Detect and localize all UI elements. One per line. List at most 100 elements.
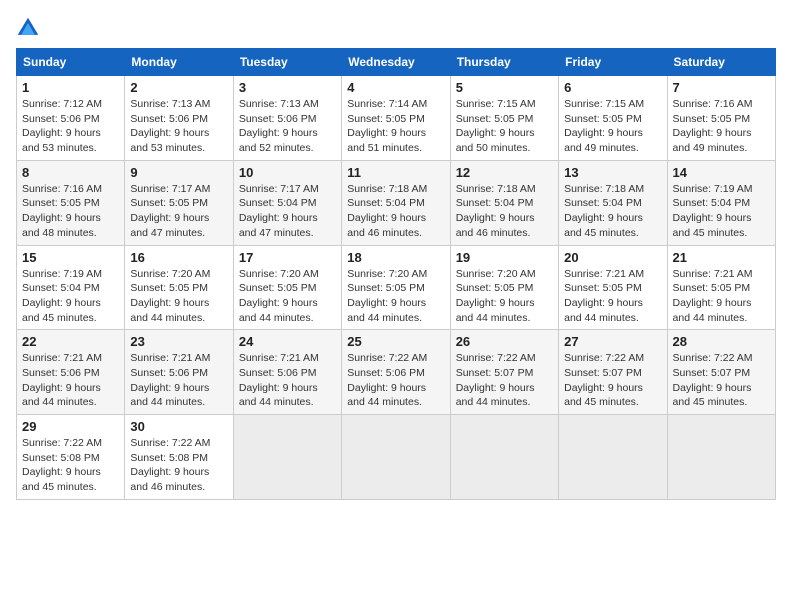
calendar-cell: 28 Sunrise: 7:22 AMSunset: 5:07 PMDayligh… xyxy=(667,330,775,415)
calendar-cell: 29 Sunrise: 7:22 AMSunset: 5:08 PMDayligh… xyxy=(17,415,125,500)
day-number: 16 xyxy=(130,250,227,265)
calendar-cell: 10Sunrise: 7:17 AMSunset: 5:04 PMDayligh… xyxy=(233,160,341,245)
calendar-cell: 5 Sunrise: 7:15 AMSunset: 5:05 PMDaylight… xyxy=(450,76,558,161)
day-number: 8 xyxy=(22,165,119,180)
calendar-cell: 26 Sunrise: 7:22 AMSunset: 5:07 PMDayligh… xyxy=(450,330,558,415)
day-info: Sunrise: 7:21 AMSunset: 5:05 PMDaylight:… xyxy=(673,267,770,326)
day-number: 1 xyxy=(22,80,119,95)
calendar-cell: 8 Sunrise: 7:16 AMSunset: 5:05 PMDaylight… xyxy=(17,160,125,245)
weekday-header-friday: Friday xyxy=(559,49,667,76)
day-number: 24 xyxy=(239,334,336,349)
weekday-header-tuesday: Tuesday xyxy=(233,49,341,76)
day-info: Sunrise: 7:22 AMSunset: 5:07 PMDaylight:… xyxy=(456,351,553,410)
calendar-cell: 17 Sunrise: 7:20 AMSunset: 5:05 PMDayligh… xyxy=(233,245,341,330)
day-number: 21 xyxy=(673,250,770,265)
day-info: Sunrise: 7:18 AMSunset: 5:04 PMDaylight:… xyxy=(347,182,444,241)
weekday-header-row: SundayMondayTuesdayWednesdayThursdayFrid… xyxy=(17,49,776,76)
calendar-cell: 27 Sunrise: 7:22 AMSunset: 5:07 PMDayligh… xyxy=(559,330,667,415)
calendar-cell: 18 Sunrise: 7:20 AMSunset: 5:05 PMDayligh… xyxy=(342,245,450,330)
day-info: Sunrise: 7:15 AMSunset: 5:05 PMDaylight:… xyxy=(564,97,661,156)
day-info: Sunrise: 7:21 AMSunset: 5:05 PMDaylight:… xyxy=(564,267,661,326)
day-number: 15 xyxy=(22,250,119,265)
calendar-cell: 4Sunrise: 7:14 AMSunset: 5:05 PMDaylight… xyxy=(342,76,450,161)
day-info: Sunrise: 7:21 AMSunset: 5:06 PMDaylight:… xyxy=(130,351,227,410)
day-info: Sunrise: 7:18 AMSunset: 5:04 PMDaylight:… xyxy=(456,182,553,241)
day-number: 29 xyxy=(22,419,119,434)
logo xyxy=(16,16,44,40)
calendar-cell: 6 Sunrise: 7:15 AMSunset: 5:05 PMDaylight… xyxy=(559,76,667,161)
calendar-cell: 12Sunrise: 7:18 AMSunset: 5:04 PMDayligh… xyxy=(450,160,558,245)
day-info: Sunrise: 7:12 AMSunset: 5:06 PMDaylight:… xyxy=(22,97,119,156)
day-info: Sunrise: 7:22 AMSunset: 5:08 PMDaylight:… xyxy=(130,436,227,495)
day-number: 25 xyxy=(347,334,444,349)
day-number: 6 xyxy=(564,80,661,95)
day-number: 28 xyxy=(673,334,770,349)
day-number: 23 xyxy=(130,334,227,349)
logo-icon xyxy=(16,16,40,40)
day-info: Sunrise: 7:22 AMSunset: 5:07 PMDaylight:… xyxy=(673,351,770,410)
calendar-cell: 20Sunrise: 7:21 AMSunset: 5:05 PMDayligh… xyxy=(559,245,667,330)
calendar-cell: 1 Sunrise: 7:12 AMSunset: 5:06 PMDaylight… xyxy=(17,76,125,161)
calendar-cell: 2 Sunrise: 7:13 AMSunset: 5:06 PMDaylight… xyxy=(125,76,233,161)
calendar-cell: 25 Sunrise: 7:22 AMSunset: 5:06 PMDayligh… xyxy=(342,330,450,415)
calendar-cell: 14 Sunrise: 7:19 AMSunset: 5:04 PMDayligh… xyxy=(667,160,775,245)
day-number: 17 xyxy=(239,250,336,265)
day-number: 19 xyxy=(456,250,553,265)
day-number: 2 xyxy=(130,80,227,95)
day-number: 5 xyxy=(456,80,553,95)
calendar-cell: 7Sunrise: 7:16 AMSunset: 5:05 PMDaylight… xyxy=(667,76,775,161)
day-number: 11 xyxy=(347,165,444,180)
day-info: Sunrise: 7:19 AMSunset: 5:04 PMDaylight:… xyxy=(673,182,770,241)
day-number: 27 xyxy=(564,334,661,349)
weekday-header-wednesday: Wednesday xyxy=(342,49,450,76)
day-info: Sunrise: 7:13 AMSunset: 5:06 PMDaylight:… xyxy=(130,97,227,156)
day-info: Sunrise: 7:16 AMSunset: 5:05 PMDaylight:… xyxy=(673,97,770,156)
calendar-cell: 24 Sunrise: 7:21 AMSunset: 5:06 PMDayligh… xyxy=(233,330,341,415)
calendar-cell: 15 Sunrise: 7:19 AMSunset: 5:04 PMDayligh… xyxy=(17,245,125,330)
calendar-cell: 16 Sunrise: 7:20 AMSunset: 5:05 PMDayligh… xyxy=(125,245,233,330)
day-info: Sunrise: 7:13 AMSunset: 5:06 PMDaylight:… xyxy=(239,97,336,156)
calendar-week-row: 29 Sunrise: 7:22 AMSunset: 5:08 PMDayligh… xyxy=(17,415,776,500)
day-info: Sunrise: 7:16 AMSunset: 5:05 PMDaylight:… xyxy=(22,182,119,241)
calendar-cell xyxy=(233,415,341,500)
day-info: Sunrise: 7:22 AMSunset: 5:07 PMDaylight:… xyxy=(564,351,661,410)
day-info: Sunrise: 7:20 AMSunset: 5:05 PMDaylight:… xyxy=(130,267,227,326)
calendar-table: SundayMondayTuesdayWednesdayThursdayFrid… xyxy=(16,48,776,500)
day-info: Sunrise: 7:22 AMSunset: 5:08 PMDaylight:… xyxy=(22,436,119,495)
calendar-cell: 9Sunrise: 7:17 AMSunset: 5:05 PMDaylight… xyxy=(125,160,233,245)
calendar-cell: 3Sunrise: 7:13 AMSunset: 5:06 PMDaylight… xyxy=(233,76,341,161)
day-number: 13 xyxy=(564,165,661,180)
calendar-week-row: 8 Sunrise: 7:16 AMSunset: 5:05 PMDaylight… xyxy=(17,160,776,245)
calendar-week-row: 22 Sunrise: 7:21 AMSunset: 5:06 PMDayligh… xyxy=(17,330,776,415)
calendar-cell: 21 Sunrise: 7:21 AMSunset: 5:05 PMDayligh… xyxy=(667,245,775,330)
day-info: Sunrise: 7:21 AMSunset: 5:06 PMDaylight:… xyxy=(239,351,336,410)
calendar-cell: 30 Sunrise: 7:22 AMSunset: 5:08 PMDayligh… xyxy=(125,415,233,500)
calendar-week-row: 1 Sunrise: 7:12 AMSunset: 5:06 PMDaylight… xyxy=(17,76,776,161)
day-info: Sunrise: 7:20 AMSunset: 5:05 PMDaylight:… xyxy=(347,267,444,326)
day-info: Sunrise: 7:18 AMSunset: 5:04 PMDaylight:… xyxy=(564,182,661,241)
day-number: 10 xyxy=(239,165,336,180)
calendar-cell xyxy=(342,415,450,500)
day-info: Sunrise: 7:19 AMSunset: 5:04 PMDaylight:… xyxy=(22,267,119,326)
day-number: 18 xyxy=(347,250,444,265)
day-number: 26 xyxy=(456,334,553,349)
day-info: Sunrise: 7:22 AMSunset: 5:06 PMDaylight:… xyxy=(347,351,444,410)
day-number: 14 xyxy=(673,165,770,180)
calendar-cell xyxy=(667,415,775,500)
weekday-header-monday: Monday xyxy=(125,49,233,76)
calendar-cell: 19 Sunrise: 7:20 AMSunset: 5:05 PMDayligh… xyxy=(450,245,558,330)
calendar-week-row: 15 Sunrise: 7:19 AMSunset: 5:04 PMDayligh… xyxy=(17,245,776,330)
weekday-header-sunday: Sunday xyxy=(17,49,125,76)
calendar-cell: 23 Sunrise: 7:21 AMSunset: 5:06 PMDayligh… xyxy=(125,330,233,415)
day-info: Sunrise: 7:20 AMSunset: 5:05 PMDaylight:… xyxy=(239,267,336,326)
day-info: Sunrise: 7:17 AMSunset: 5:05 PMDaylight:… xyxy=(130,182,227,241)
day-info: Sunrise: 7:21 AMSunset: 5:06 PMDaylight:… xyxy=(22,351,119,410)
day-info: Sunrise: 7:20 AMSunset: 5:05 PMDaylight:… xyxy=(456,267,553,326)
day-number: 22 xyxy=(22,334,119,349)
calendar-cell xyxy=(559,415,667,500)
calendar-cell: 13 Sunrise: 7:18 AMSunset: 5:04 PMDayligh… xyxy=(559,160,667,245)
day-info: Sunrise: 7:15 AMSunset: 5:05 PMDaylight:… xyxy=(456,97,553,156)
weekday-header-thursday: Thursday xyxy=(450,49,558,76)
calendar-cell: 22 Sunrise: 7:21 AMSunset: 5:06 PMDayligh… xyxy=(17,330,125,415)
day-number: 30 xyxy=(130,419,227,434)
